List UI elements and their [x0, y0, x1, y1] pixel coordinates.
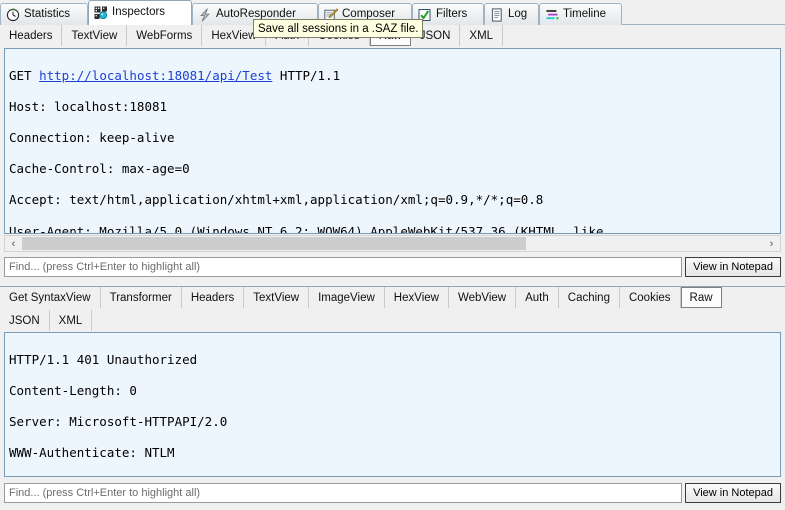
request-tab-textview[interactable]: TextView [62, 25, 128, 46]
request-view-in-notepad-button[interactable]: View in Notepad [685, 257, 781, 277]
log-icon [490, 7, 504, 22]
request-find-input[interactable]: Find... (press Ctrl+Enter to highlight a… [4, 257, 683, 277]
response-tab-label: Caching [567, 291, 610, 304]
response-tab-label: TextView [253, 291, 300, 304]
request-tab-label: TextView [71, 29, 118, 42]
request-line-4: Accept: text/html,application/xhtml+xml,… [9, 192, 544, 208]
response-tab-imageview[interactable]: ImageView [309, 287, 385, 308]
request-raw-text: GET http://localhost:18081/api/Test HTTP… [9, 52, 780, 233]
response-tab-textview[interactable]: TextView [244, 287, 310, 308]
request-raw-pane[interactable]: GET http://localhost:18081/api/Test HTTP… [4, 48, 781, 234]
request-line-5: User-Agent: Mozilla/5.0 (Windows NT 6.2;… [9, 223, 604, 234]
saz-save-tooltip: Save all sessions in a .SAZ file. [253, 19, 424, 38]
response-tab-json[interactable]: JSON [0, 310, 50, 331]
request-tab-label: JSON [419, 29, 451, 42]
main-tab-timeline[interactable]: Timeline [539, 3, 622, 25]
response-tab-label: HexView [393, 291, 439, 304]
request-tab-headers[interactable]: Headers [0, 25, 63, 46]
request-version: HTTP/1.1 [272, 67, 341, 83]
response-tab-cookies[interactable]: Cookies [620, 287, 681, 308]
request-method-and-space: GET [9, 67, 40, 83]
response-line-0: HTTP/1.1 401 Unauthorized [9, 351, 198, 367]
response-subtabstrip: Get SyntaxView Transformer Headers TextV… [0, 286, 785, 331]
main-tab-label: Filters [436, 7, 468, 20]
response-tab-label: Transformer [109, 291, 172, 304]
response-subtab-row-2: JSON XML [0, 310, 785, 331]
request-tab-label: HexView [211, 29, 257, 42]
response-tab-transformer[interactable]: Transformer [101, 287, 182, 308]
response-raw-pane[interactable]: HTTP/1.1 401 Unauthorized Content-Length… [4, 332, 781, 477]
request-findbar: Find... (press Ctrl+Enter to highlight a… [4, 257, 781, 277]
clock-icon [6, 8, 20, 22]
response-findbar: Find... (press Ctrl+Enter to highlight a… [4, 483, 781, 503]
main-tab-label: Log [508, 7, 528, 20]
response-tab-label: ImageView [318, 291, 375, 304]
main-tab-label: Inspectors [112, 6, 166, 19]
response-tab-auth[interactable]: Auth [516, 287, 559, 308]
scroll-right-arrow-icon[interactable]: › [763, 236, 780, 251]
scroll-left-arrow-icon[interactable]: ‹ [5, 236, 22, 251]
fiddler-inspectors-window: Statistics Inspectors AutoResponder Comp… [0, 0, 785, 510]
response-tab-hexview[interactable]: HexView [385, 287, 449, 308]
response-tab-webview[interactable]: WebView [449, 287, 517, 308]
response-tab-caching[interactable]: Caching [559, 287, 620, 308]
lightning-icon [198, 7, 212, 22]
request-tab-webforms[interactable]: WebForms [127, 25, 203, 46]
response-line-1: Content-Length: 0 [9, 382, 137, 398]
response-tab-get-syntaxview[interactable]: Get SyntaxView [0, 287, 101, 308]
main-tab-label: Statistics [24, 7, 71, 20]
main-tab-log[interactable]: Log [484, 3, 539, 25]
scrollbar-thumb[interactable] [22, 237, 526, 250]
response-tab-label: Headers [190, 291, 235, 304]
response-tab-xml[interactable]: XML [50, 310, 93, 331]
timeline-icon [545, 8, 559, 22]
request-tab-label: Headers [9, 29, 53, 42]
request-tab-xml[interactable]: XML [460, 25, 504, 46]
scrollbar-track[interactable] [22, 236, 763, 251]
response-tab-label: Get SyntaxView [9, 291, 91, 304]
response-line-4: Date: Fri, 26 Jul 2013 17:33:12 GMT [9, 476, 780, 477]
response-tab-label: Raw [689, 291, 713, 304]
response-raw-text: HTTP/1.1 401 Unauthorized Content-Length… [9, 336, 780, 476]
response-tab-label: Auth [525, 291, 549, 304]
response-line-3: WWW-Authenticate: NTLM [9, 445, 175, 461]
response-tab-label: WebView [457, 291, 507, 304]
request-line-2: Connection: keep-alive [9, 129, 175, 145]
horizontal-splitter[interactable] [0, 279, 785, 286]
response-tab-headers[interactable]: Headers [182, 287, 245, 308]
response-tab-label: XML [58, 314, 83, 327]
response-view-in-notepad-button[interactable]: View in Notepad [685, 483, 781, 503]
request-horizontal-scrollbar[interactable]: ‹ › [4, 235, 781, 252]
main-tab-statistics[interactable]: Statistics [0, 3, 88, 25]
response-tab-raw[interactable]: Raw [680, 287, 722, 308]
request-tab-label: XML [469, 29, 494, 42]
request-line-3: Cache-Control: max-age=0 [9, 161, 190, 177]
response-tab-label: JSON [9, 314, 40, 327]
inspectors-icon [94, 6, 108, 20]
main-tab-label: Timeline [563, 7, 607, 20]
request-line-1: Host: localhost:18081 [9, 98, 168, 114]
response-line-2: Server: Microsoft-HTTPAPI/2.0 [9, 413, 228, 429]
response-subtab-row-1: Get SyntaxView Transformer Headers TextV… [0, 287, 785, 308]
response-find-input[interactable]: Find... (press Ctrl+Enter to highlight a… [4, 483, 683, 503]
response-tab-label: Cookies [628, 291, 671, 304]
request-line-0: GET http://localhost:18081/api/Test HTTP… [9, 68, 780, 84]
request-tab-label: WebForms [136, 29, 193, 42]
request-url-link[interactable]: http://localhost:18081/api/Test [39, 68, 272, 83]
main-tab-inspectors[interactable]: Inspectors [88, 0, 192, 25]
